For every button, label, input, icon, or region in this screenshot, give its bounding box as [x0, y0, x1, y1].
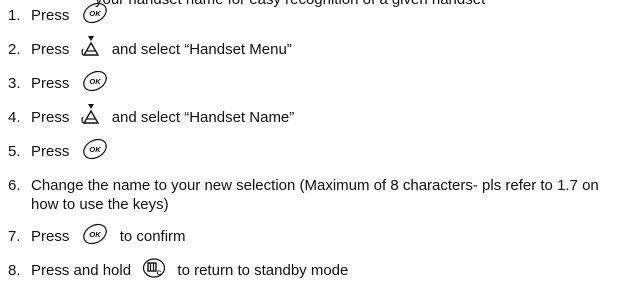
svg-text:C: C [157, 270, 162, 277]
step-text: Press [31, 41, 70, 58]
step-text: Press [31, 7, 70, 24]
step-number: 1. [8, 7, 21, 24]
step-number: 4. [8, 109, 21, 126]
step-number: 7. [8, 228, 21, 245]
step-number: 2. [8, 41, 21, 58]
svg-text:OK: OK [89, 77, 101, 86]
instruction-list: 1. Press OK 2. Press and select “Handset… [8, 2, 608, 295]
svg-text:OK: OK [89, 9, 101, 18]
step-8: 8. Press and hold C to return to standby… [8, 258, 608, 295]
clear-button-icon: C [141, 257, 167, 279]
step-text: to return to standby mode [177, 262, 349, 279]
step-text: Press and hold [31, 262, 132, 279]
step-number: 8. [8, 262, 21, 279]
step-text: to confirm [119, 228, 186, 245]
navigation-down-icon [80, 103, 102, 127]
ok-button-icon: OK [80, 70, 110, 92]
ok-button-icon: OK [80, 223, 110, 245]
step-text: Press [31, 75, 70, 92]
step-6: 6. Change the name to your new selection… [8, 176, 608, 227]
svg-text:OK: OK [89, 230, 101, 239]
step-text: and select “Handset Menu” [111, 41, 292, 58]
step-text: Change the name to your new selection (M… [31, 177, 599, 213]
svg-text:OK: OK [89, 145, 101, 154]
step-number: 3. [8, 75, 21, 92]
navigation-down-icon [80, 35, 102, 59]
step-4: 4. Press and select “Handset Name” [8, 104, 608, 142]
step-2: 2. Press and select “Handset Menu” [8, 36, 608, 74]
step-7: 7. Press OK to confirm [8, 223, 608, 261]
step-text: and select “Handset Name” [111, 109, 295, 126]
step-number: 5. [8, 143, 21, 160]
ok-button-icon: OK [80, 138, 110, 160]
step-5: 5. Press OK [8, 138, 608, 176]
step-number: 6. [8, 177, 21, 194]
step-text: Press [31, 143, 70, 160]
step-text: Press [31, 109, 70, 126]
ok-button-icon: OK [80, 2, 110, 24]
step-text: Press [31, 228, 70, 245]
